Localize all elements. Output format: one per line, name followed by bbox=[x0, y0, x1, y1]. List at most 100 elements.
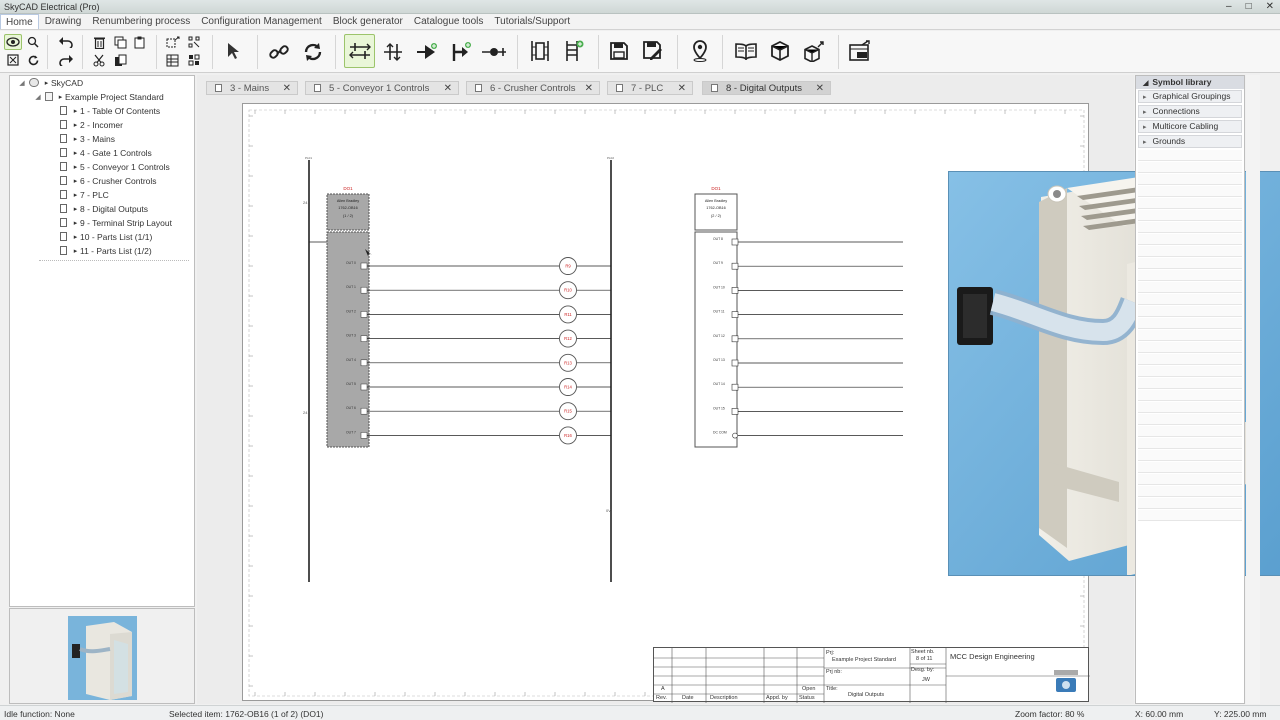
link-icon[interactable] bbox=[266, 39, 292, 65]
menu-configuration[interactable]: Configuration Management bbox=[196, 14, 327, 29]
fit-icon[interactable] bbox=[5, 52, 21, 68]
maximize-button[interactable]: □ bbox=[1246, 1, 1252, 12]
tree-page[interactable]: ▸ 7 - PLC bbox=[56, 188, 109, 201]
library-item[interactable] bbox=[1138, 354, 1242, 365]
library-connections[interactable]: ▸ Connections bbox=[1138, 105, 1242, 118]
menu-tutorials[interactable]: Tutorials/Support bbox=[489, 14, 575, 29]
cut-icon[interactable] bbox=[91, 52, 107, 68]
tree-page[interactable]: ▸ 6 - Crusher Controls bbox=[56, 174, 157, 187]
library-item[interactable] bbox=[1138, 234, 1242, 245]
tree-page[interactable]: ▸ 9 - Terminal Strip Layout bbox=[56, 216, 172, 229]
library-item[interactable] bbox=[1138, 342, 1242, 353]
tree-project[interactable]: ◢ ▸ Example Project Standard bbox=[34, 90, 163, 103]
tree-page[interactable]: ▸ 1 - Table Of Contents bbox=[56, 104, 160, 117]
tree-page[interactable]: ▸ 4 - Gate 1 Controls bbox=[56, 146, 152, 159]
library-item[interactable] bbox=[1138, 450, 1242, 461]
menu-block-generator[interactable]: Block generator bbox=[328, 14, 408, 29]
tree-page[interactable]: ▸ 11 - Parts List (1/2) bbox=[56, 244, 152, 257]
expand-arrow-icon[interactable]: ▸ bbox=[71, 247, 80, 255]
wire-mode-icon[interactable] bbox=[344, 34, 375, 68]
library-item[interactable] bbox=[1138, 186, 1242, 197]
tree-root[interactable]: ◢ ▸ SkyCAD bbox=[18, 76, 83, 89]
library-item[interactable] bbox=[1138, 282, 1242, 293]
regen-icon[interactable] bbox=[25, 52, 41, 68]
tree-page[interactable]: ▸ 5 - Conveyor 1 Controls bbox=[56, 160, 170, 173]
menu-renumbering[interactable]: Renumbering process bbox=[87, 14, 195, 29]
schematic-sheet[interactable]: PL01 PL02 24 24 0V DO1 Allen Bradley 176… bbox=[242, 103, 1280, 703]
save-as-icon[interactable] bbox=[640, 38, 666, 64]
tree-page[interactable]: ▸ 10 - Parts List (1/1) bbox=[56, 230, 152, 243]
terminal-icon[interactable] bbox=[381, 39, 405, 65]
collapse-icon[interactable]: ◢ bbox=[34, 93, 42, 101]
library-item[interactable] bbox=[1138, 198, 1242, 209]
library-item[interactable] bbox=[1138, 210, 1242, 221]
library-item[interactable] bbox=[1138, 510, 1242, 521]
library-item[interactable] bbox=[1138, 318, 1242, 329]
library-item[interactable] bbox=[1138, 414, 1242, 425]
group-icon[interactable] bbox=[164, 34, 182, 50]
refresh-icon[interactable] bbox=[300, 39, 326, 65]
library-item[interactable] bbox=[1138, 270, 1242, 281]
collapse-arrow-icon[interactable]: ◢ bbox=[1143, 80, 1148, 87]
clone-icon[interactable] bbox=[112, 52, 128, 68]
menu-drawing[interactable]: Drawing bbox=[40, 14, 87, 29]
tab-crusher-controls[interactable]: 6 - Crusher Controls ✕ bbox=[466, 81, 600, 95]
library-item[interactable] bbox=[1138, 306, 1242, 317]
close-window-button[interactable]: ✕ bbox=[1266, 1, 1274, 12]
expand-arrow-icon[interactable]: ▸ bbox=[71, 205, 80, 213]
library-item[interactable] bbox=[1138, 150, 1242, 161]
library-item[interactable] bbox=[1138, 438, 1242, 449]
close-tab-icon[interactable]: ✕ bbox=[444, 83, 452, 94]
properties-icon[interactable] bbox=[186, 52, 202, 68]
menu-home[interactable]: Home bbox=[0, 14, 39, 29]
tree-page[interactable]: ▸ 8 - Digital Outputs bbox=[56, 202, 148, 215]
library-item[interactable] bbox=[1138, 246, 1242, 257]
library-item[interactable] bbox=[1138, 390, 1242, 401]
library-item[interactable] bbox=[1138, 330, 1242, 341]
tab-plc[interactable]: 7 - PLC ✕ bbox=[607, 81, 693, 95]
layer-icon[interactable] bbox=[164, 52, 182, 68]
link-wire-icon[interactable] bbox=[480, 39, 508, 65]
expand-arrow-icon[interactable]: ▸ bbox=[71, 107, 80, 115]
paste-icon[interactable] bbox=[132, 34, 148, 50]
tree-page[interactable]: ▸ 2 - Incomer bbox=[56, 118, 123, 131]
connector-icon[interactable] bbox=[414, 39, 440, 65]
collapse-icon[interactable]: ◢ bbox=[18, 79, 26, 87]
close-tab-icon[interactable]: ✕ bbox=[678, 83, 686, 94]
close-tab-icon[interactable]: ✕ bbox=[283, 83, 291, 94]
expand-arrow-icon[interactable]: ▸ bbox=[71, 135, 80, 143]
library-item[interactable] bbox=[1138, 402, 1242, 413]
menu-catalogue-tools[interactable]: Catalogue tools bbox=[409, 14, 489, 29]
eye-icon[interactable] bbox=[4, 34, 22, 50]
expand-arrow-icon[interactable]: ▸ bbox=[71, 163, 80, 171]
tab-digital-outputs[interactable]: 8 - Digital Outputs ✕ bbox=[702, 81, 831, 95]
location-icon[interactable] bbox=[687, 38, 713, 64]
library-item[interactable] bbox=[1138, 222, 1242, 233]
junction-icon[interactable] bbox=[448, 39, 474, 65]
library-item[interactable] bbox=[1138, 366, 1242, 377]
library-item[interactable] bbox=[1138, 294, 1242, 305]
minimize-button[interactable]: – bbox=[1226, 1, 1232, 12]
expand-arrow-icon[interactable]: ▸ bbox=[71, 233, 80, 241]
tree-page[interactable]: ▸ 3 - Mains bbox=[56, 132, 115, 145]
close-tab-icon[interactable]: ✕ bbox=[816, 83, 824, 94]
book-icon[interactable] bbox=[732, 38, 760, 64]
expand-arrow-icon[interactable]: ▸ bbox=[71, 191, 80, 199]
save-icon[interactable] bbox=[606, 38, 632, 64]
library-item[interactable] bbox=[1138, 174, 1242, 185]
select-pointer-icon[interactable] bbox=[222, 40, 244, 62]
zoom-icon[interactable] bbox=[25, 34, 41, 50]
close-tab-icon[interactable]: ✕ bbox=[585, 83, 593, 94]
expand-arrow-icon[interactable]: ▸ bbox=[71, 219, 80, 227]
redo-icon[interactable] bbox=[57, 52, 75, 68]
expand-arrow-icon[interactable]: ▸ bbox=[71, 121, 80, 129]
tab-conveyor-1-controls[interactable]: 5 - Conveyor 1 Controls ✕ bbox=[305, 81, 459, 95]
expand-arrow-icon[interactable]: ▸ bbox=[71, 149, 80, 157]
library-item[interactable] bbox=[1138, 426, 1242, 437]
sheet-export-icon[interactable] bbox=[846, 38, 874, 64]
library-item[interactable] bbox=[1138, 462, 1242, 473]
library-graphical-groupings[interactable]: ▸ Graphical Groupings bbox=[1138, 90, 1242, 103]
library-item[interactable] bbox=[1138, 162, 1242, 173]
symbol-insert-icon[interactable] bbox=[526, 37, 554, 65]
library-multicore-cabling[interactable]: ▸ Multicore Cabling bbox=[1138, 120, 1242, 133]
